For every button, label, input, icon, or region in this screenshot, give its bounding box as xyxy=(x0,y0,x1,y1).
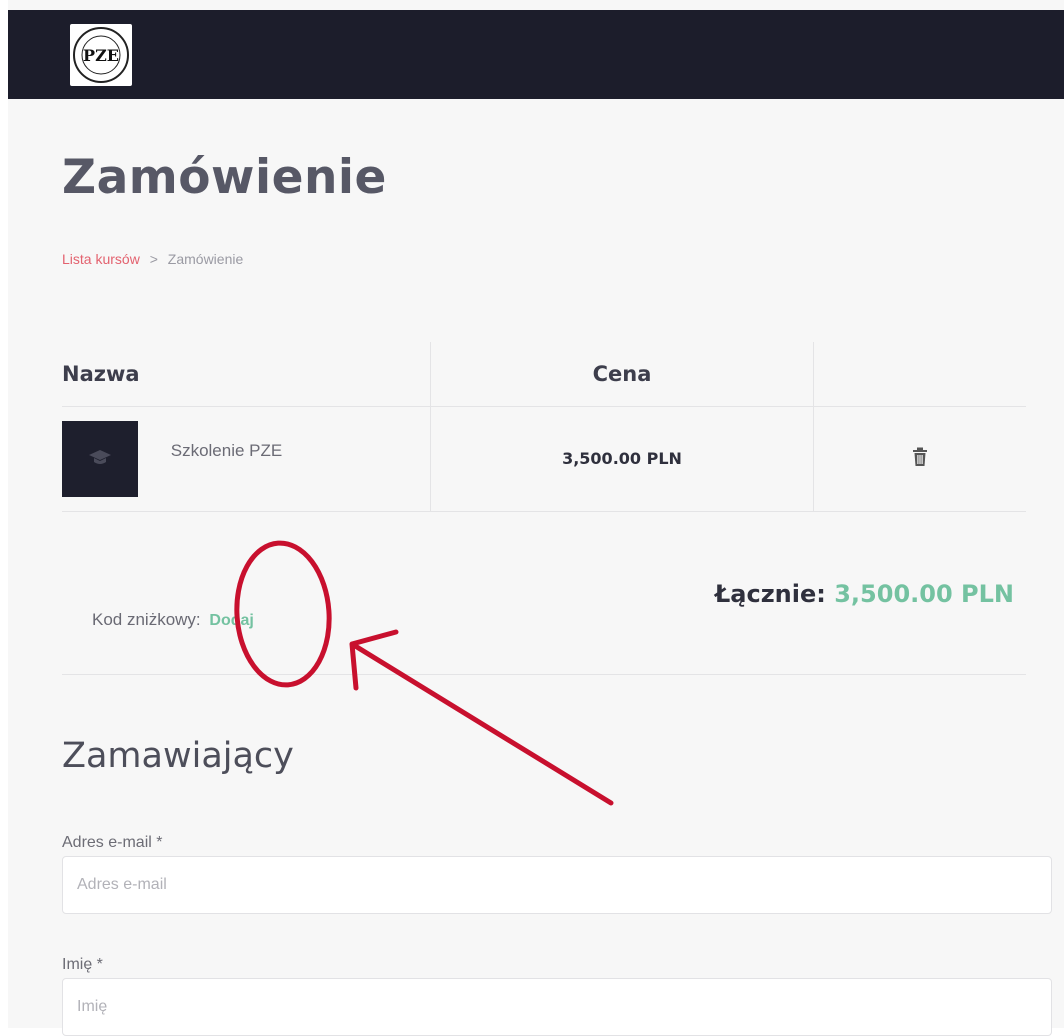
product-price: 3,500.00 PLN xyxy=(562,449,682,468)
actions-cell xyxy=(813,406,1026,512)
discount-code-label: Kod zniżkowy: xyxy=(92,610,201,629)
total-label: Łącznie: xyxy=(714,580,826,608)
logo-seal-icon: PZE xyxy=(73,27,129,83)
logo[interactable]: PZE xyxy=(70,24,132,86)
order-total: Łącznie: 3,500.00 PLN xyxy=(715,580,1014,608)
order-summary: Kod zniżkowy: Dodaj Łącznie: 3,500.00 PL… xyxy=(62,570,1026,675)
product-thumbnail[interactable] xyxy=(62,421,138,497)
column-header-name: Nazwa xyxy=(62,342,431,407)
breadcrumb-current: Zamówienie xyxy=(167,251,244,267)
customer-section-heading: Zamawiający xyxy=(62,736,294,776)
svg-text:PZE: PZE xyxy=(83,46,119,65)
remove-item-button[interactable] xyxy=(912,447,928,472)
breadcrumb-separator: > xyxy=(149,251,158,267)
column-header-actions xyxy=(813,342,1026,407)
page-title: Zamówienie xyxy=(62,150,387,205)
first-name-label: Imię * xyxy=(62,956,103,973)
email-field[interactable] xyxy=(62,856,1052,914)
price-cell: 3,500.00 PLN xyxy=(430,406,814,512)
column-header-price: Cena xyxy=(430,342,814,407)
trash-icon xyxy=(913,447,927,466)
breadcrumb: Lista kursów > Zamówienie xyxy=(62,251,243,267)
email-label: Adres e-mail * xyxy=(62,834,163,851)
cart-table: Nazwa Cena Szkolenie PZE 3,500.00 PLN xyxy=(62,342,1026,512)
table-row: Szkolenie PZE 3,500.00 PLN xyxy=(62,406,1026,512)
breadcrumb-link-course-list[interactable]: Lista kursów xyxy=(62,251,140,267)
top-navbar: PZE xyxy=(8,10,1064,99)
first-name-field[interactable] xyxy=(62,978,1052,1036)
discount-code: Kod zniżkowy: Dodaj xyxy=(92,610,254,630)
cart-header-row: Nazwa Cena xyxy=(62,342,1026,407)
total-amount: 3,500.00 PLN xyxy=(834,580,1014,608)
product-name[interactable]: Szkolenie PZE xyxy=(171,441,283,461)
cart-item-cell: Szkolenie PZE xyxy=(62,406,431,512)
add-discount-code-link[interactable]: Dodaj xyxy=(209,612,253,629)
graduation-cap-icon xyxy=(89,450,111,464)
